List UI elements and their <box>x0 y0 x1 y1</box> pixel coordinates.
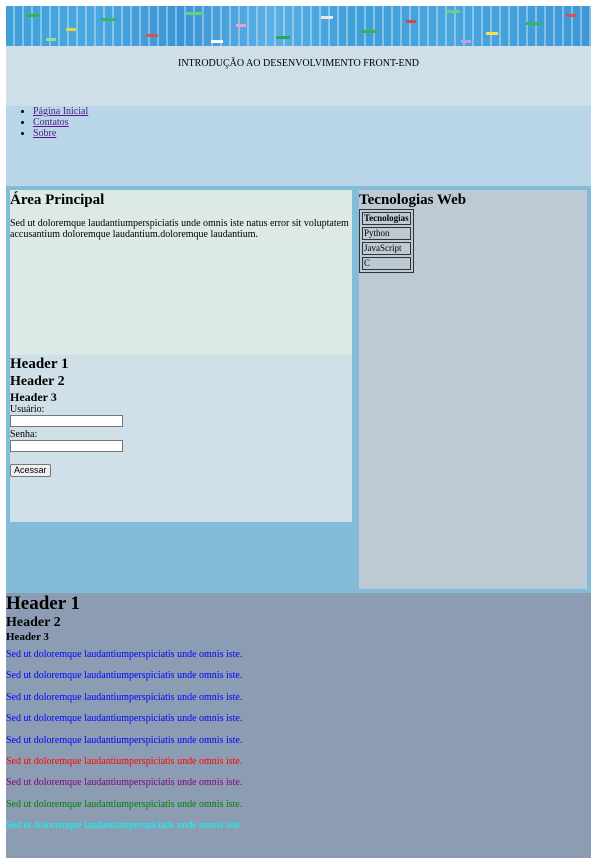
table-header: Tecnologias <box>362 212 411 225</box>
page: INTRODUÇÃO AO DESENVOLVIMENTO FRONT-END … <box>6 6 591 858</box>
page-header: INTRODUÇÃO AO DESENVOLVIMENTO FRONT-END <box>6 46 591 106</box>
nav-link-home[interactable]: Página Inicial <box>33 106 88 117</box>
footer-header-1: Header 1 <box>6 593 81 614</box>
username-input[interactable] <box>10 415 123 427</box>
table-row: C <box>362 257 411 270</box>
password-input[interactable] <box>10 440 123 452</box>
login-section: Header 1 Header 2 Header 3 Usuário: Senh… <box>10 355 352 522</box>
footer-paragraph: Sed ut doloremque laudantiumperspiciatis… <box>6 734 243 746</box>
nav-item-about: Sobre <box>33 128 591 139</box>
footer-paragraph: Sed ut doloremque laudantiumperspiciatis… <box>6 755 243 767</box>
footer-header-3: Header 3 <box>6 631 49 643</box>
main-heading: Área Principal <box>10 192 105 208</box>
page-footer: Header 1 Header 2 Header 3 Sed ut dolore… <box>6 593 591 858</box>
sidebar-heading: Tecnologias Web <box>359 192 467 208</box>
form-header-1: Header 1 <box>10 356 69 372</box>
footer-paragraph: Sed ut doloremque laudantiumperspiciatis… <box>6 798 243 810</box>
footer-paragraphs: Sed ut doloremque laudantiumperspiciatis… <box>6 648 591 841</box>
username-label: Usuário: <box>10 404 45 415</box>
table-header-row: Tecnologias <box>362 212 411 225</box>
main-section: Área Principal Sed ut doloremque laudant… <box>10 190 352 355</box>
table-row: Python <box>362 227 411 240</box>
sidebar: Tecnologias Web Tecnologias Python JavaS… <box>359 190 587 589</box>
password-label: Senha: <box>10 429 38 440</box>
table-cell: JavaScript <box>362 242 411 255</box>
nav-item-home: Página Inicial <box>33 106 591 117</box>
footer-paragraph: Sed ut doloremque laudantiumperspiciatis… <box>6 670 243 682</box>
content-area: Área Principal Sed ut doloremque laudant… <box>6 186 591 593</box>
banner-image <box>6 6 591 46</box>
footer-header-2: Header 2 <box>6 615 61 630</box>
nav-link-contacts[interactable]: Contatos <box>33 117 69 128</box>
nav-item-contacts: Contatos <box>33 117 591 128</box>
login-button[interactable]: Acessar <box>10 464 51 477</box>
login-form: Usuário: Senha: Acessar <box>10 404 352 477</box>
table-cell: Python <box>362 227 411 240</box>
technologies-table: Tecnologias Python JavaScript C <box>359 209 414 273</box>
footer-paragraph: Sed ut doloremque laudantiumperspiciatis… <box>6 777 243 789</box>
footer-paragraph: Sed ut doloremque laudantiumperspiciatis… <box>6 713 243 725</box>
footer-paragraph: Sed ut doloremque laudantiumperspiciatis… <box>6 649 243 660</box>
nav-link-about[interactable]: Sobre <box>33 128 56 139</box>
site-title: INTRODUÇÃO AO DESENVOLVIMENTO FRONT-END <box>177 58 420 69</box>
footer-paragraph: Sed ut doloremque laudantiumperspiciatis… <box>6 820 243 832</box>
main-paragraph: Sed ut doloremque laudantiumperspiciatis… <box>10 218 349 240</box>
form-header-3: Header 3 <box>10 390 57 404</box>
table-row: JavaScript <box>362 242 411 255</box>
table-cell: C <box>362 257 411 270</box>
form-header-2: Header 2 <box>10 374 65 389</box>
footer-paragraph: Sed ut doloremque laudantiumperspiciatis… <box>6 691 243 703</box>
main-nav: Página Inicial Contatos Sobre <box>6 106 591 186</box>
